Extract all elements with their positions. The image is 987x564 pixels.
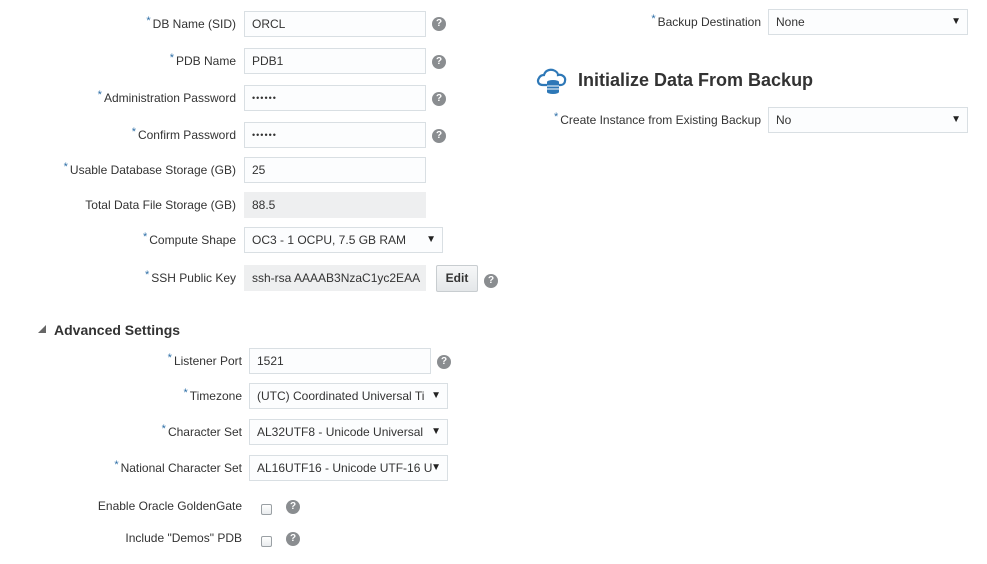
chevron-down-icon: ▼ (431, 390, 441, 401)
listener-port-label: * Listener Port (167, 352, 242, 368)
help-icon[interactable]: ? (484, 274, 498, 288)
admin-password-label: * Administration Password (97, 89, 236, 105)
usable-storage-input[interactable]: 25 (244, 157, 426, 183)
required-marker: * (131, 126, 136, 138)
national-charset-label: * National Character Set (114, 459, 242, 475)
backup-destination-select[interactable]: None ▼ (768, 9, 968, 35)
required-marker: * (146, 15, 151, 27)
chevron-down-icon: ▼ (426, 234, 436, 245)
chevron-down-icon: ▼ (951, 114, 961, 125)
goldengate-checkbox[interactable] (261, 504, 272, 515)
help-icon[interactable]: ? (286, 532, 300, 546)
required-marker: * (63, 161, 68, 173)
confirm-password-label: * Confirm Password (131, 126, 236, 142)
help-icon[interactable]: ? (437, 355, 451, 369)
goldengate-label: Enable Oracle GoldenGate (97, 499, 242, 513)
required-marker: * (553, 111, 559, 123)
help-icon[interactable]: ? (432, 55, 446, 69)
edit-ssh-key-button[interactable]: Edit (436, 265, 478, 292)
timezone-select[interactable]: (UTC) Coordinated Universal Ti ▼ (249, 383, 448, 409)
chevron-down-icon: ▼ (431, 462, 441, 473)
required-marker: * (183, 387, 188, 399)
charset-label: * Character Set (161, 423, 242, 439)
chevron-down-icon: ▼ (431, 426, 441, 437)
db-name-input[interactable]: ORCL (244, 11, 426, 37)
help-icon[interactable]: ? (286, 500, 300, 514)
demos-pdb-label: Include "Demos" PDB (125, 531, 242, 545)
total-storage-value: 88.5 (244, 192, 426, 218)
national-charset-select[interactable]: AL16UTF16 - Unicode UTF-16 U ▼ (249, 455, 448, 481)
advanced-settings-title[interactable]: Advanced Settings (54, 322, 180, 338)
required-marker: * (169, 52, 174, 64)
cloud-database-icon (536, 68, 567, 94)
required-marker: * (145, 269, 150, 281)
db-name-label: * DB Name (SID) (146, 15, 236, 31)
charset-select[interactable]: AL32UTF8 - Unicode Universal ▼ (249, 419, 448, 445)
demos-pdb-checkbox[interactable] (261, 536, 272, 547)
ssh-key-value: ssh-rsa AAAAB3NzaC1yc2EAA (244, 265, 426, 291)
compute-shape-select[interactable]: OC3 - 1 OCPU, 7.5 GB RAM ▼ (244, 227, 443, 253)
required-marker: * (114, 459, 119, 471)
admin-password-input[interactable]: •••••• (244, 85, 426, 111)
backup-destination-label: * Backup Destination (651, 13, 761, 29)
required-marker: * (167, 352, 172, 364)
chevron-down-icon: ▼ (951, 16, 961, 27)
collapse-triangle-icon[interactable] (38, 325, 46, 333)
timezone-label: * Timezone (183, 387, 242, 403)
help-icon[interactable]: ? (432, 92, 446, 106)
confirm-password-input[interactable]: •••••• (244, 122, 426, 148)
initialize-data-title: Initialize Data From Backup (578, 70, 814, 90)
create-from-backup-select[interactable]: No ▼ (768, 107, 968, 133)
help-icon[interactable]: ? (432, 17, 446, 31)
required-marker: * (97, 89, 102, 101)
help-icon[interactable]: ? (432, 129, 446, 143)
pdb-name-label: * PDB Name (169, 52, 236, 68)
ssh-key-label: * SSH Public Key (145, 269, 236, 285)
pdb-name-input[interactable]: PDB1 (244, 48, 426, 74)
required-marker: * (651, 13, 656, 25)
compute-shape-label: * Compute Shape (142, 231, 236, 247)
required-marker: * (142, 231, 148, 243)
usable-storage-label: * Usable Database Storage (GB) (63, 161, 236, 177)
create-from-backup-label: * Create Instance from Existing Backup (553, 111, 761, 127)
listener-port-input[interactable]: 1521 (249, 348, 431, 374)
required-marker: * (161, 423, 166, 435)
total-storage-label: Total Data File Storage (GB) (85, 198, 236, 212)
